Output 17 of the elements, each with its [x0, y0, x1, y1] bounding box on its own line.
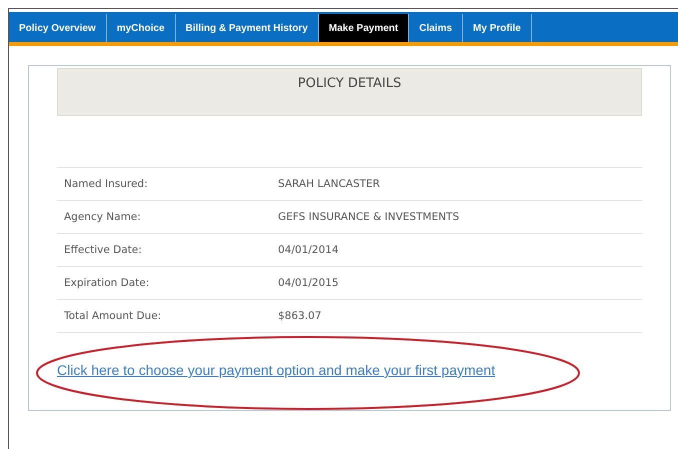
section-title: POLICY DETAILS — [298, 76, 402, 93]
nav-tab[interactable]: myChoice — [106, 14, 176, 42]
field-label: Named Insured: — [63, 178, 149, 190]
field-value: $863.07 — [278, 310, 322, 322]
nav-tab[interactable]: Make Payment — [318, 14, 410, 42]
nav-tab[interactable]: Claims — [409, 14, 464, 42]
field-label: Expiration Date: — [63, 277, 150, 289]
nav-tab[interactable]: My Profile — [463, 14, 532, 42]
nav-tab[interactable]: Policy Overview — [9, 14, 107, 42]
field-label: Agency Name: — [63, 211, 142, 223]
field-value: SARAH LANCASTER — [278, 178, 380, 190]
payment-link[interactable]: Click here to choose your payment option and make your first payment — [57, 362, 496, 378]
field-value: 04/01/2014 — [278, 244, 339, 256]
field-value: 04/01/2015 — [278, 277, 339, 289]
field-label: Total Amount Due: — [63, 310, 162, 322]
field-label: Effective Date: — [63, 244, 143, 256]
field-value: GEFS INSURANCE & INVESTMENTS — [278, 211, 460, 223]
